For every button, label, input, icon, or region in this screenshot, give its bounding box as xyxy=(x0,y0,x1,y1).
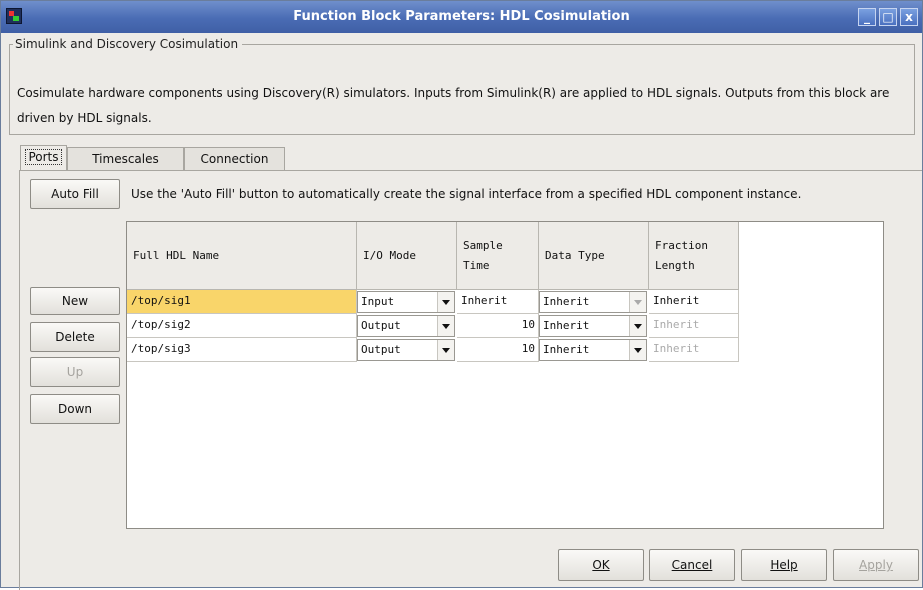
io-mode-value: Input xyxy=(361,295,395,308)
column-header-io-mode[interactable]: I/O Mode xyxy=(357,222,457,290)
delete-button[interactable]: Delete xyxy=(30,322,120,352)
ok-button-label: OK xyxy=(592,558,610,572)
table-cell-sample-time[interactable]: 10 xyxy=(457,314,539,338)
group-legend: Simulink and Discovery Cosimulation xyxy=(13,37,243,51)
tab-ports-label: Ports xyxy=(25,149,62,165)
table-cell-sample-time[interactable]: 10 xyxy=(457,338,539,362)
dialog-window: Function Block Parameters: HDL Cosimulat… xyxy=(0,0,923,590)
io-mode-value: Output xyxy=(361,343,401,356)
chevron-down-icon[interactable] xyxy=(437,316,454,336)
maximize-button[interactable]: □ xyxy=(879,8,897,26)
tab-timescales[interactable]: Timescales xyxy=(67,147,184,171)
auto-fill-button[interactable]: Auto Fill xyxy=(30,179,120,209)
io-mode-value: Output xyxy=(361,319,401,332)
column-header-label: Length xyxy=(655,258,695,272)
data-type-select[interactable]: Inherit xyxy=(539,291,647,313)
apply-button-label: Apply xyxy=(859,558,893,572)
chevron-down-icon[interactable] xyxy=(437,340,454,360)
tab-connection[interactable]: Connection xyxy=(184,147,285,171)
ports-table[interactable]: Full HDL Name I/O Mode Sample Time Data T… xyxy=(126,221,884,529)
help-button-label: Help xyxy=(770,558,798,572)
table-cell-fraction-length[interactable]: Inherit xyxy=(649,290,739,314)
table-cell-name[interactable]: /top/sig2 xyxy=(127,314,357,338)
cancel-button[interactable]: Cancel xyxy=(649,549,735,581)
column-header-label: Data Type xyxy=(545,248,605,262)
apply-button[interactable]: Apply xyxy=(833,549,919,581)
data-type-select[interactable]: Inherit xyxy=(539,315,647,337)
down-button[interactable]: Down xyxy=(30,394,120,424)
data-type-select[interactable]: Inherit xyxy=(539,339,647,361)
auto-fill-hint: Use the 'Auto Fill' button to automatica… xyxy=(131,187,802,201)
window-title: Function Block Parameters: HDL Cosimulat… xyxy=(293,9,630,24)
table-cell-sample-time[interactable]: Inherit xyxy=(457,290,539,314)
table-cell-fraction-length[interactable]: Inherit xyxy=(649,314,739,338)
table-cell-fraction-length[interactable]: Inherit xyxy=(649,338,739,362)
chevron-down-icon[interactable] xyxy=(629,316,646,336)
column-header-fraction-length[interactable]: Fraction Length xyxy=(649,222,739,290)
io-mode-select[interactable]: Output xyxy=(357,315,455,337)
group-description: Cosimulate hardware components using Dis… xyxy=(17,86,890,125)
new-button[interactable]: New xyxy=(30,287,120,315)
cancel-button-label: Cancel xyxy=(671,558,713,572)
io-mode-select[interactable]: Input xyxy=(357,291,455,313)
close-button[interactable]: x xyxy=(900,8,918,26)
column-header-label: Sample xyxy=(463,238,503,252)
column-header-label: I/O Mode xyxy=(363,248,416,262)
chevron-down-icon[interactable] xyxy=(629,340,646,360)
data-type-value: Inherit xyxy=(543,319,590,332)
table-cell-name[interactable]: /top/sig1 xyxy=(127,290,357,314)
column-header-label: Full HDL Name xyxy=(133,248,220,262)
chevron-down-icon[interactable] xyxy=(437,292,454,312)
column-header-label: Time xyxy=(463,258,490,272)
data-type-value: Inherit xyxy=(543,295,590,308)
column-header-sample-time[interactable]: Sample Time xyxy=(457,222,539,290)
chevron-down-icon[interactable] xyxy=(629,292,646,312)
help-button[interactable]: Help xyxy=(741,549,827,581)
io-mode-select[interactable]: Output xyxy=(357,339,455,361)
table-cell-name[interactable]: /top/sig3 xyxy=(127,338,357,362)
minimize-button[interactable]: _ xyxy=(858,8,876,26)
column-header-label: Fraction xyxy=(655,238,708,252)
up-button[interactable]: Up xyxy=(30,357,120,387)
data-type-value: Inherit xyxy=(543,343,590,356)
column-header-data-type[interactable]: Data Type xyxy=(539,222,649,290)
ok-button[interactable]: OK xyxy=(558,549,644,581)
column-header-full-hdl-name[interactable]: Full HDL Name xyxy=(127,222,357,290)
tab-timescales-label: Timescales xyxy=(92,152,159,166)
tab-connection-label: Connection xyxy=(200,152,269,166)
title-bar[interactable]: Function Block Parameters: HDL Cosimulat… xyxy=(1,1,922,33)
tab-ports[interactable]: Ports xyxy=(20,145,67,171)
